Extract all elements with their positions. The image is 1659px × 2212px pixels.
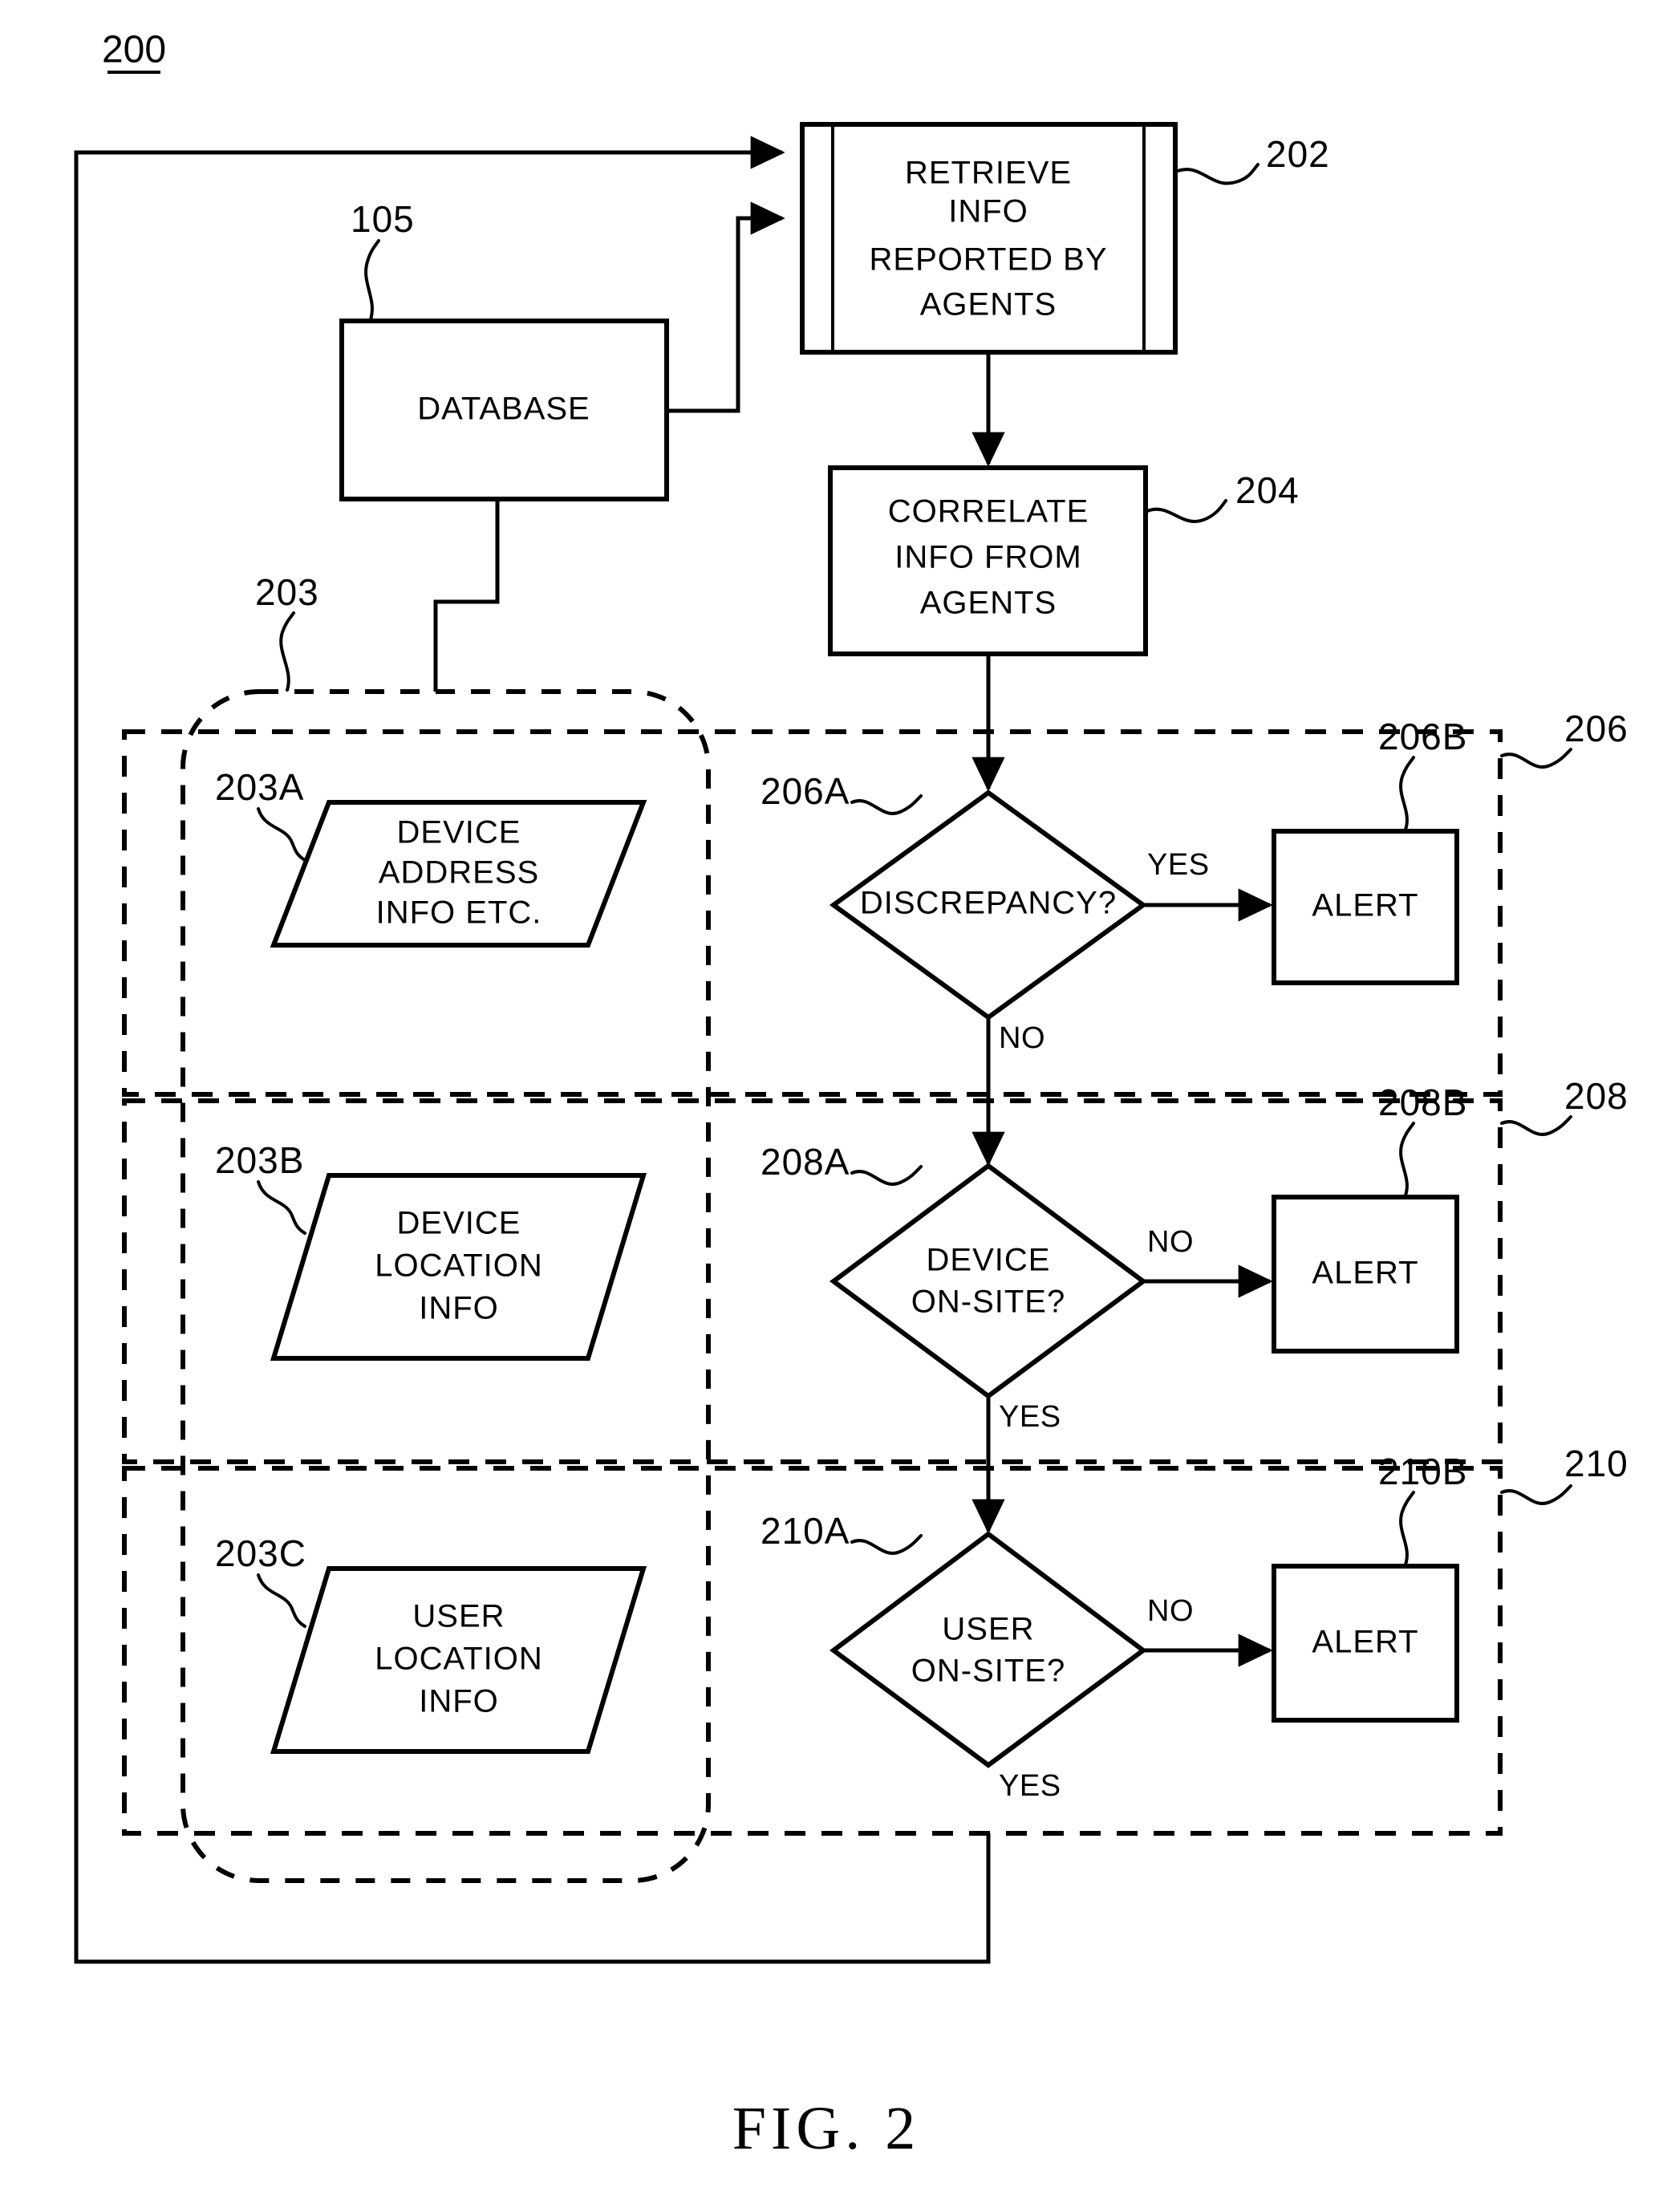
node-user-location-info[interactable]: USER LOCATION INFO xyxy=(270,1566,647,1754)
ref-leader-210 xyxy=(1500,1484,1572,1505)
ref-number-105: 105 xyxy=(351,198,415,240)
ref-number-206: 206 xyxy=(1564,708,1629,749)
node-discrepancy-decision[interactable]: DISCREPANCY? xyxy=(829,789,1148,1021)
node-device-address-info[interactable]: DEVICE ADDRESS INFO ETC. xyxy=(270,800,647,948)
ref-number-210: 210 xyxy=(1564,1443,1629,1484)
ref-number-208A: 208A xyxy=(761,1141,850,1183)
ref-leader-203 xyxy=(279,611,295,692)
edge-label-discrepancy-no: NO xyxy=(999,1021,1045,1055)
ref-leader-208 xyxy=(1500,1115,1572,1136)
ref-leader-206 xyxy=(1500,748,1572,769)
node-alert-206b[interactable]: ALERT xyxy=(1272,829,1459,985)
device-location-info-line-1: DEVICE xyxy=(397,1206,521,1241)
user-onsite-decision-line-1: USER xyxy=(942,1612,1034,1647)
ref-leader-204 xyxy=(1146,499,1227,523)
device-onsite-decision-diamond[interactable] xyxy=(829,1163,1148,1399)
ref-leader-206B xyxy=(1399,756,1415,831)
ref-leader-203A xyxy=(257,807,306,862)
ref-number-210A: 210A xyxy=(761,1510,850,1552)
user-onsite-decision-diamond[interactable] xyxy=(829,1531,1148,1768)
node-alert-210b[interactable]: ALERT xyxy=(1272,1564,1459,1723)
device-address-info-line-3: INFO ETC. xyxy=(376,895,542,931)
retrieve-info-line-4: AGENTS xyxy=(920,287,1057,323)
user-location-info-line-1: USER xyxy=(412,1599,505,1634)
correlate-info-line-3: AGENTS xyxy=(920,586,1057,621)
ref-leader-203B xyxy=(257,1180,306,1235)
alert-208b-label: ALERT xyxy=(1312,1256,1418,1291)
patent-figure: RETRIEVE INFO REPORTED BY AGENTS 202 DAT… xyxy=(0,0,1659,2212)
discrepancy-decision-label: DISCREPANCY? xyxy=(860,886,1117,921)
edge-label-discrepancy-yes: YES xyxy=(1147,848,1210,882)
ref-leader-206A xyxy=(850,794,923,815)
retrieve-info-line-3: REPORTED BY xyxy=(870,242,1108,278)
ref-number-202: 202 xyxy=(1266,133,1330,175)
edge-label-user-onsite-yes: YES xyxy=(999,1769,1061,1803)
figure-number-200: 200 xyxy=(102,29,166,71)
database-label: DATABASE xyxy=(417,392,590,427)
ref-leader-208A xyxy=(850,1165,923,1186)
ref-leader-202 xyxy=(1176,163,1259,185)
edge-database-to-data-group xyxy=(433,499,500,692)
node-device-onsite-decision[interactable]: DEVICE ON-SITE? xyxy=(829,1163,1148,1399)
ref-number-203B: 203B xyxy=(215,1139,304,1181)
alert-206b-label: ALERT xyxy=(1312,888,1418,923)
device-location-info-line-3: INFO xyxy=(419,1291,499,1326)
node-user-onsite-decision[interactable]: USER ON-SITE? xyxy=(829,1531,1148,1768)
ref-number-203: 203 xyxy=(255,571,319,613)
node-alert-208b[interactable]: ALERT xyxy=(1272,1195,1459,1354)
ref-number-204: 204 xyxy=(1235,469,1300,511)
ref-leader-210B xyxy=(1399,1491,1415,1566)
user-location-info-line-2: LOCATION xyxy=(375,1642,543,1677)
flowchart-canvas: RETRIEVE INFO REPORTED BY AGENTS 202 DAT… xyxy=(74,29,1629,2162)
figure-caption: FIG. 2 xyxy=(732,2095,920,2162)
ref-leader-210A xyxy=(850,1534,923,1555)
node-retrieve-info[interactable]: RETRIEVE INFO REPORTED BY AGENTS xyxy=(800,122,1178,355)
node-device-location-info[interactable]: DEVICE LOCATION INFO xyxy=(270,1173,647,1361)
ref-number-206A: 206A xyxy=(761,770,850,812)
user-onsite-decision-line-2: ON-SITE? xyxy=(911,1654,1065,1689)
ref-number-208B: 208B xyxy=(1378,1082,1467,1123)
edge-label-user-onsite-no: NO xyxy=(1147,1594,1194,1628)
node-database[interactable]: DATABASE xyxy=(339,319,669,501)
retrieve-info-line-1: RETRIEVE xyxy=(905,156,1072,191)
device-address-info-line-2: ADDRESS xyxy=(379,855,539,891)
ref-leader-203C xyxy=(257,1573,306,1628)
correlate-info-line-2: INFO FROM xyxy=(894,540,1081,575)
ref-leader-208B xyxy=(1399,1122,1415,1197)
ref-number-210B: 210B xyxy=(1378,1451,1467,1492)
device-address-info-line-1: DEVICE xyxy=(397,815,521,850)
device-location-info-line-2: LOCATION xyxy=(375,1248,543,1284)
ref-number-203A: 203A xyxy=(215,766,304,808)
user-location-info-line-3: INFO xyxy=(419,1684,499,1719)
retrieve-info-line-2: INFO xyxy=(948,194,1028,229)
edge-label-device-onsite-no: NO xyxy=(1147,1225,1194,1259)
node-correlate-info[interactable]: CORRELATE INFO FROM AGENTS xyxy=(828,465,1148,656)
edge-database-to-retrieve xyxy=(667,201,785,413)
ref-number-206B: 206B xyxy=(1378,716,1467,757)
ref-number-208: 208 xyxy=(1564,1075,1629,1117)
alert-210b-label: ALERT xyxy=(1312,1625,1418,1660)
edge-label-device-onsite-yes: YES xyxy=(999,1400,1061,1434)
device-onsite-decision-line-2: ON-SITE? xyxy=(911,1285,1065,1320)
correlate-info-line-1: CORRELATE xyxy=(888,494,1089,530)
ref-number-203C: 203C xyxy=(215,1532,306,1574)
ref-leader-105 xyxy=(364,239,380,321)
device-onsite-decision-line-1: DEVICE xyxy=(927,1243,1051,1278)
